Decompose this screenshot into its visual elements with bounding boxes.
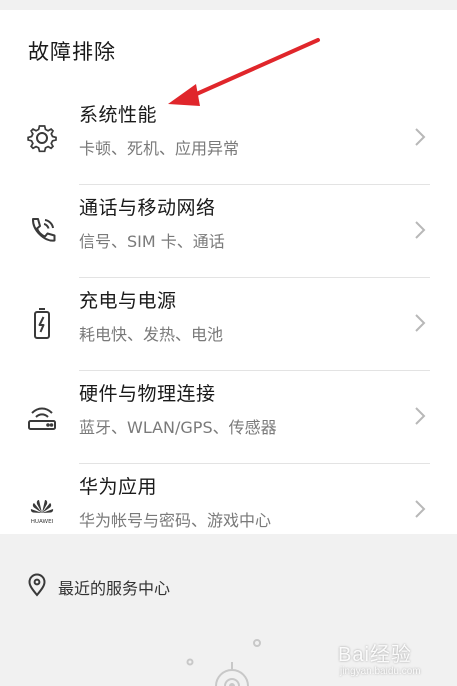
router-icon xyxy=(28,407,56,430)
item-title: 通话与移动网络 xyxy=(79,197,216,219)
chevron-right-icon xyxy=(415,314,426,332)
service-center-label: 最近的服务中心 xyxy=(58,579,171,598)
nearest-service-center-row[interactable]: 最近的服务中心 xyxy=(0,560,457,610)
item-subtitle: 耗电快、发热、电池 xyxy=(79,325,224,344)
list-item-charging-power[interactable]: 充电与电源 耗电快、发热、电池 xyxy=(0,278,457,370)
list-item-huawei-apps[interactable]: HUAWEI 华为应用 华为帐号与密码、游戏中心 xyxy=(0,464,457,556)
battery-icon xyxy=(34,308,50,339)
item-subtitle: 蓝牙、WLAN/GPS、传感器 xyxy=(79,418,277,437)
gear-icon xyxy=(27,125,57,153)
troubleshooting-card: 故障排除 系统性能 卡顿、死机、应用异常 通话与移动网络 信号、SIM 卡、通话 xyxy=(0,10,457,534)
section-title: 故障排除 xyxy=(28,40,116,64)
list-item-hardware-connection[interactable]: 硬件与物理连接 蓝牙、WLAN/GPS、传感器 xyxy=(0,371,457,463)
phone-icon xyxy=(31,218,56,242)
baidu-watermark: Bai经验 jingyan.baidu.com xyxy=(338,638,448,682)
huawei-logo-text: HUAWEI xyxy=(31,519,54,525)
location-pin-icon xyxy=(28,573,46,597)
item-title: 硬件与物理连接 xyxy=(79,383,216,405)
huawei-logo-icon: HUAWEI xyxy=(31,500,54,525)
list-item-calls-network[interactable]: 通话与移动网络 信号、SIM 卡、通话 xyxy=(0,185,457,277)
chevron-right-icon xyxy=(415,407,426,425)
item-subtitle: 信号、SIM 卡、通话 xyxy=(79,232,225,251)
item-title: 充电与电源 xyxy=(79,290,177,312)
watermark-sub: jingyan.baidu.com xyxy=(340,666,421,677)
chevron-right-icon xyxy=(415,128,426,146)
item-title: 系统性能 xyxy=(79,104,158,126)
watermark-main: Bai经验 xyxy=(338,644,412,666)
chevron-right-icon xyxy=(415,221,426,239)
item-subtitle: 华为帐号与密码、游戏中心 xyxy=(79,511,272,530)
list-item-system-performance[interactable]: 系统性能 卡顿、死机、应用异常 xyxy=(0,92,457,184)
item-title: 华为应用 xyxy=(79,476,158,498)
item-subtitle: 卡顿、死机、应用异常 xyxy=(79,139,240,158)
chevron-right-icon xyxy=(415,500,426,518)
